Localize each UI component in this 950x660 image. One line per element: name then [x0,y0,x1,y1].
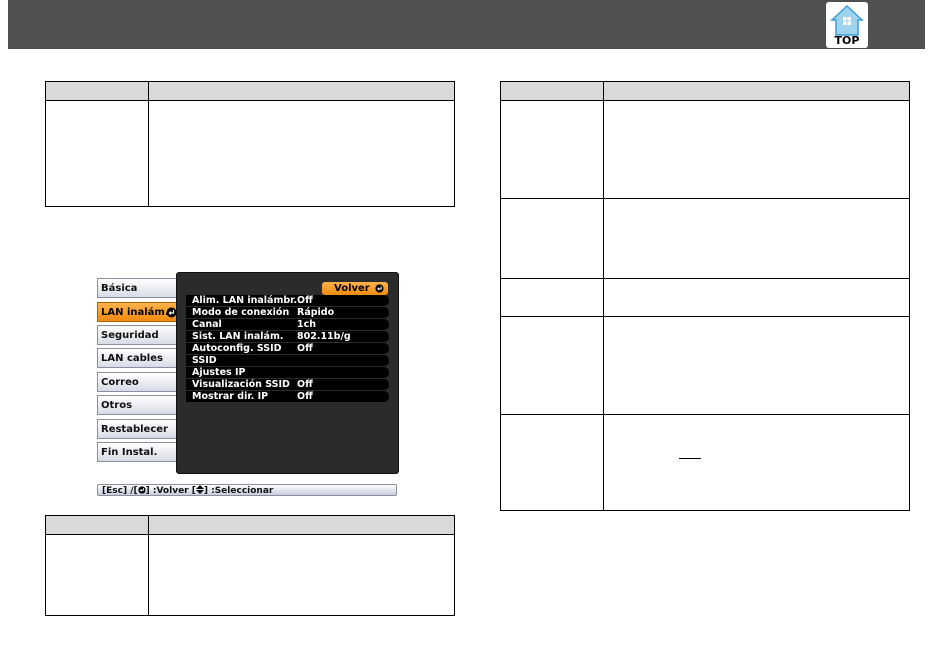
row-value: 802.11b/g [297,331,351,342]
back-button[interactable]: Volver [322,282,388,295]
help-text-1: [Esc] /[ [102,486,138,496]
menu-row-visualizacion-ssid[interactable]: Visualización SSID Off [186,379,389,390]
row-label: Canal [192,319,222,330]
menu-row-sist-lan[interactable]: Sist. LAN inalám. 802.11b/g [186,331,389,342]
row-label: Mostrar dir. IP [192,391,269,402]
table-row [500,278,910,317]
projector-menu: Básica LAN inalám. Seguridad LAN cables … [97,270,399,496]
table-header-row [45,81,455,101]
tab-label: LAN cables [101,353,163,364]
top-button[interactable]: TOP [826,2,868,48]
tab-label: Seguridad [101,330,159,341]
tab-correo[interactable]: Correo [97,372,177,392]
row-label: Alim. LAN inalámbr. [192,295,298,306]
table-right [500,81,910,511]
row-value: Off [297,379,313,390]
table-row [500,414,910,511]
tab-label: Otros [101,400,133,411]
table-left-top [45,81,455,207]
row-value: 1ch [297,319,317,330]
menu-row-ssid[interactable]: SSID [186,355,389,366]
tab-label: Restablecer [101,424,168,435]
menu-row-autoconfig-ssid[interactable]: Autoconfig. SSID Off [186,343,389,354]
enter-icon [375,284,384,293]
table-row [500,316,910,415]
row-value: Off [297,295,313,306]
tab-label: Fin Instal. [101,447,158,458]
menu-row-modo-conexion[interactable]: Modo de conexión Rápido [186,307,389,318]
top-label: TOP [834,34,860,47]
row-label: Autoconfig. SSID [192,343,282,354]
house-icon [830,4,864,36]
tab-lan-inalam[interactable]: LAN inalám. [97,302,180,322]
table-row [500,198,910,279]
enter-icon [137,486,146,494]
tab-label: Correo [101,377,139,388]
row-value: Off [297,343,313,354]
menu-panel: Volver Alim. LAN inalámbr. Off Modo de co… [176,272,399,474]
table-header-row [45,515,455,535]
tab-seguridad[interactable]: Seguridad [97,325,177,345]
tab-otros[interactable]: Otros [97,395,177,415]
row-label: Sist. LAN inalám. [192,331,284,342]
row-label: Modo de conexión [192,307,290,318]
tab-label: Básica [101,283,138,294]
table-row [500,100,910,199]
help-text-3: ] :Seleccionar [203,486,274,496]
menu-row-alim-lan[interactable]: Alim. LAN inalámbr. Off [186,295,389,306]
row-label: Visualización SSID [192,379,290,390]
header-bar [8,0,925,49]
underline-mark [679,458,701,459]
row-value: Off [297,391,313,402]
tab-fin-instal[interactable]: Fin Instal. [97,442,177,462]
tab-label: LAN inalám. [101,307,169,318]
table-header-row [500,81,910,101]
row-label: SSID [192,355,217,366]
menu-row-ajustes-ip[interactable]: Ajustes IP [186,367,389,378]
table-left-bottom [45,515,455,616]
row-label: Ajustes IP [192,367,246,378]
table-row [45,100,455,207]
up-down-arrows-icon [195,485,204,494]
back-label: Volver [334,283,370,294]
menu-row-mostrar-ip[interactable]: Mostrar dir. IP Off [186,391,389,402]
tab-restablecer[interactable]: Restablecer [97,419,177,439]
tab-lan-cables[interactable]: LAN cables [97,348,177,368]
row-value: Rápido [297,307,335,318]
menu-row-canal[interactable]: Canal 1ch [186,319,389,330]
table-row [45,534,455,616]
tab-basica[interactable]: Básica [97,278,177,298]
help-text-2: ] :Volver [ [145,486,196,496]
help-bar: [Esc] /[ ] :Volver [ ] :Seleccionar [97,484,397,496]
